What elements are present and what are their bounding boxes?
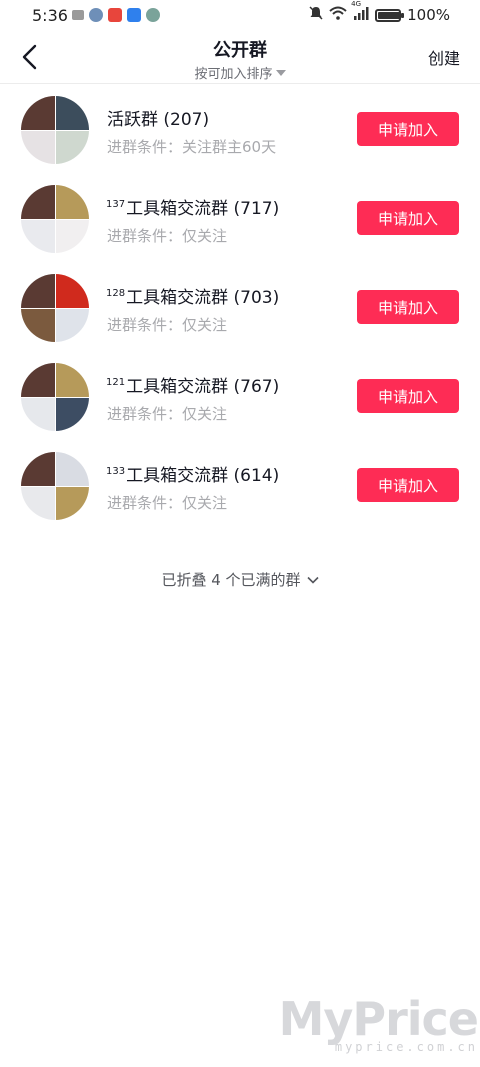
group-avatar[interactable] (21, 96, 89, 164)
member-avatar (56, 363, 89, 397)
group-name-text: 工具箱交流群 (717) (126, 199, 280, 219)
collapsed-groups-toggle[interactable]: 已折叠 4 个已满的群 (0, 569, 480, 590)
caret-down-icon (275, 69, 286, 76)
battery-icon (375, 8, 405, 22)
group-name[interactable]: 活跃群 (207) (106, 105, 209, 130)
apply-join-button[interactable]: 申请加入 (357, 379, 459, 413)
member-avatar (56, 274, 89, 308)
member-avatar (21, 274, 55, 308)
group-row[interactable]: 活跃群 (207) 进群条件：关注群主60天 申请加入 (0, 90, 480, 179)
group-number-prefix: 128 (106, 288, 126, 299)
member-avatar (21, 131, 55, 164)
member-avatar (21, 309, 55, 342)
notification-icons (72, 8, 160, 22)
member-avatar (21, 96, 55, 130)
group-name[interactable]: 137工具箱交流群 (717) (106, 194, 279, 219)
apply-join-button[interactable]: 申请加入 (357, 290, 459, 324)
member-avatar (21, 363, 55, 397)
group-name-text: 工具箱交流群 (703) (126, 288, 280, 308)
sort-label: 按可加入排序 (194, 67, 273, 82)
app-red-icon (108, 8, 122, 22)
watermark-brand: MyPrice (278, 992, 479, 1046)
join-condition: 进群条件：仅关注 (107, 494, 228, 512)
group-name-text: 活跃群 (207) (107, 110, 210, 130)
group-avatar[interactable] (21, 363, 89, 431)
nav-bar: 公开群 按可加入排序 创建 (0, 32, 480, 84)
status-time: 5:36 (32, 6, 68, 25)
member-avatar (21, 487, 55, 520)
watermark: MyPrice myprice.com.cn (278, 992, 479, 1054)
join-condition: 进群条件：仅关注 (107, 316, 228, 334)
signal-icon: 4G (351, 0, 369, 24)
collapsed-groups-text: 已折叠 4 个已满的群 (161, 571, 301, 589)
member-avatar (56, 398, 89, 431)
member-avatar (56, 131, 89, 164)
app-blue-icon (127, 8, 141, 22)
group-row[interactable]: 128工具箱交流群 (703) 进群条件：仅关注 申请加入 (0, 268, 480, 357)
missed-call-icon (72, 10, 84, 20)
join-condition: 进群条件：关注群主60天 (107, 138, 277, 156)
chevron-down-icon (306, 576, 319, 584)
group-name-text: 工具箱交流群 (767) (126, 377, 280, 397)
status-bar: 5:36 4G 100% (0, 0, 480, 32)
member-avatar (21, 452, 55, 486)
apply-join-button[interactable]: 申请加入 (357, 201, 459, 235)
battery-text: 100% (407, 6, 450, 24)
member-avatar (56, 452, 89, 486)
group-number-prefix: 133 (106, 466, 126, 477)
member-avatar (56, 220, 89, 253)
group-name-text: 工具箱交流群 (614) (126, 466, 280, 486)
group-name[interactable]: 121工具箱交流群 (767) (106, 372, 279, 397)
member-avatar (56, 96, 89, 130)
avatar-icon (146, 8, 160, 22)
sort-dropdown[interactable]: 按可加入排序 (0, 63, 480, 82)
group-list: 活跃群 (207) 进群条件：关注群主60天 申请加入 137工具箱交流群 (717)… (0, 90, 480, 535)
member-avatar (56, 185, 89, 219)
apply-join-button[interactable]: 申请加入 (357, 112, 459, 146)
member-avatar (21, 185, 55, 219)
member-avatar (21, 220, 55, 253)
network-type: 4G (351, 0, 361, 8)
create-button[interactable]: 创建 (428, 45, 460, 69)
group-avatar[interactable] (21, 452, 89, 520)
group-number-prefix: 121 (106, 377, 126, 388)
member-avatar (21, 398, 55, 431)
group-row[interactable]: 121工具箱交流群 (767) 进群条件：仅关注 申请加入 (0, 357, 480, 446)
page-title: 公开群 (213, 40, 267, 61)
member-avatar (56, 309, 89, 342)
battery-fill (378, 11, 401, 19)
join-condition: 进群条件：仅关注 (107, 405, 228, 423)
system-status: 4G 100% (309, 0, 450, 24)
group-avatar[interactable] (21, 274, 89, 342)
member-avatar (56, 487, 89, 520)
group-name[interactable]: 133工具箱交流群 (614) (106, 461, 279, 486)
group-avatar[interactable] (21, 185, 89, 253)
wifi-icon (329, 6, 347, 24)
group-name[interactable]: 128工具箱交流群 (703) (106, 283, 279, 308)
apply-join-button[interactable]: 申请加入 (357, 468, 459, 502)
group-row[interactable]: 137工具箱交流群 (717) 进群条件：仅关注 申请加入 (0, 179, 480, 268)
join-condition: 进群条件：仅关注 (107, 227, 228, 245)
mute-icon (309, 6, 323, 24)
group-number-prefix: 137 (106, 199, 126, 210)
cloud-icon (89, 8, 103, 22)
group-row[interactable]: 133工具箱交流群 (614) 进群条件：仅关注 申请加入 (0, 446, 480, 535)
